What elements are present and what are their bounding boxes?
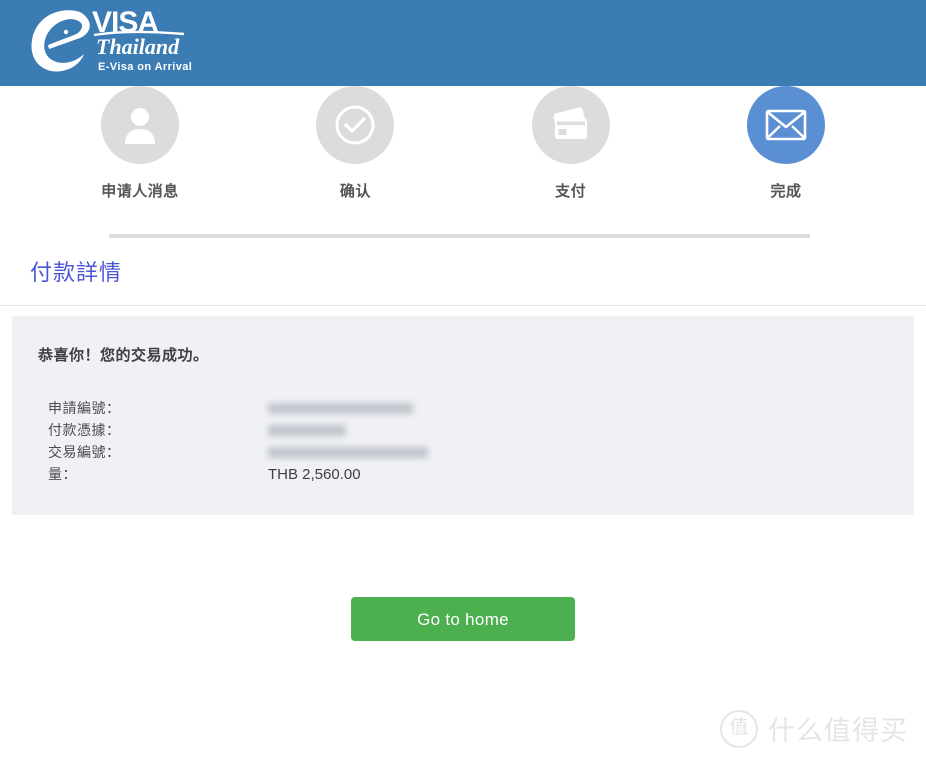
step-complete-label: 完成 — [770, 183, 802, 200]
step-applicant-info-circle — [101, 86, 179, 164]
page-title: 付款詳情 — [30, 260, 123, 285]
logo-icon: VISA Thailand E-Visa on Arrival — [31, 6, 192, 73]
svg-text:E-Visa on Arrival: E-Visa on Arrival — [98, 61, 192, 73]
step-payment-label: 支付 — [555, 183, 587, 200]
success-message: 恭喜你！您的交易成功。 — [38, 347, 209, 364]
envelope-icon — [765, 109, 807, 141]
application-number-label: 申請編號： — [48, 400, 121, 416]
amount-value: THB 2,560.00 — [268, 465, 361, 483]
payment-summary-panel: 恭喜你！您的交易成功。 申請編號： 付款憑據： 交易編號： 量： THB 2,5… — [12, 316, 914, 515]
progress-stepper: 申请人消息 确认 支付 完成 — [0, 86, 926, 238]
step-applicant-info-label: 申请人消息 — [101, 183, 179, 200]
detail-row: 付款憑據： — [48, 419, 914, 441]
detail-row: 量： THB 2,560.00 — [48, 463, 914, 485]
step-complete[interactable]: 完成 — [716, 86, 856, 201]
step-confirm-label: 确认 — [339, 183, 371, 200]
amount-label: 量： — [48, 466, 77, 482]
go-to-home-button[interactable]: Go to home — [351, 597, 575, 641]
evisa-thailand-logo[interactable]: VISA Thailand E-Visa on Arrival — [18, 2, 198, 82]
site-header: VISA Thailand E-Visa on Arrival — [0, 0, 926, 86]
watermark-text: 什么值得买 — [768, 716, 908, 746]
watermark-badge-icon: 值 — [720, 709, 758, 748]
svg-text:Thailand: Thailand — [96, 34, 180, 59]
transaction-number-value — [268, 446, 428, 458]
payment-details-list: 申請編號： 付款憑據： 交易編號： 量： THB 2,560.00 — [48, 397, 914, 485]
action-area: Go to home — [12, 597, 914, 641]
step-complete-circle — [746, 86, 825, 164]
transaction-number-label: 交易編號： — [48, 444, 121, 460]
watermark: 值 什么值得买 — [720, 709, 908, 748]
stepper-track — [109, 234, 810, 238]
step-applicant-info[interactable]: 申请人消息 — [70, 86, 210, 201]
payment-receipt-label: 付款憑據： — [48, 422, 121, 438]
main-content: 付款詳情 恭喜你！您的交易成功。 申請編號： 付款憑據： 交易編號： 量： TH… — [0, 255, 926, 641]
detail-row: 申請編號： — [48, 397, 914, 419]
application-number-value — [268, 402, 413, 414]
check-circle-icon — [335, 105, 375, 145]
step-payment[interactable]: 支付 — [501, 86, 641, 201]
credit-card-icon — [553, 107, 587, 139]
detail-row: 交易編號： — [48, 441, 914, 463]
step-payment-circle — [531, 86, 610, 164]
title-divider — [0, 305, 926, 306]
payment-receipt-value — [268, 424, 346, 436]
person-icon — [125, 108, 155, 144]
step-confirm[interactable]: 确认 — [285, 86, 425, 201]
step-confirm-circle — [316, 86, 395, 164]
